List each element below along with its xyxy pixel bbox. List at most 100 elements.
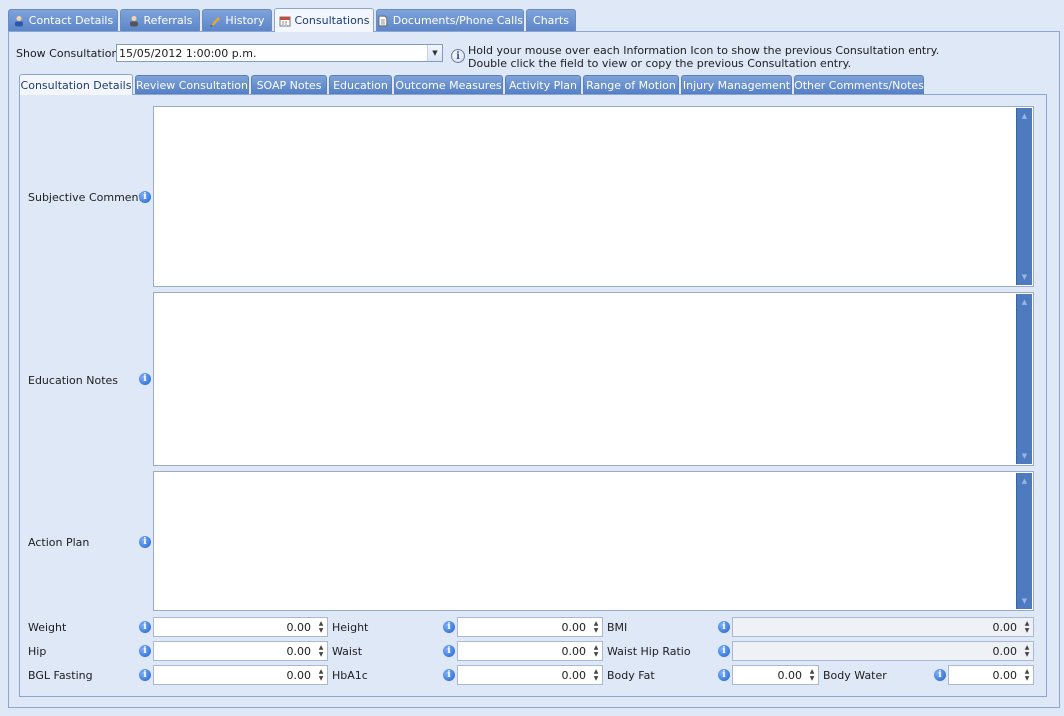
info-icon[interactable]: i [139, 191, 151, 203]
spin-down-icon[interactable]: ▼ [594, 651, 599, 658]
chevron-down-icon[interactable]: ▼ [427, 45, 442, 61]
tab-history[interactable]: History [202, 9, 272, 31]
scrollbar[interactable]: ▲ ▼ [1016, 108, 1032, 285]
waist-label: Waist [332, 645, 363, 658]
subtab-consultation-details[interactable]: Consultation Details [19, 74, 133, 95]
scroll-up-icon[interactable]: ▲ [1017, 475, 1032, 487]
spin-down-icon: ▼ [1024, 651, 1030, 658]
scroll-down-icon[interactable]: ▼ [1017, 271, 1032, 283]
spin-down-icon[interactable]: ▼ [319, 675, 324, 682]
body-water-field[interactable]: 0.00 ▲ ▼ [948, 665, 1034, 685]
waist-field[interactable]: 0.00 ▲ ▼ [457, 641, 603, 661]
tab-label: Referrals [143, 14, 193, 27]
spin-down-icon[interactable]: ▼ [594, 627, 599, 634]
action-plan-field[interactable]: ▲ ▼ [153, 471, 1034, 611]
spin-down-icon[interactable]: ▼ [594, 675, 599, 682]
info-icon[interactable]: i [139, 373, 151, 385]
info-icon[interactable]: i [443, 645, 455, 657]
subtab-soap-notes[interactable]: SOAP Notes [251, 75, 327, 94]
info-icon[interactable]: i [443, 621, 455, 633]
subtab-injury-management[interactable]: Injury Management [681, 75, 792, 94]
info-icon[interactable]: i [718, 669, 730, 681]
tab-label: History [225, 14, 265, 27]
hba1c-value: 0.00 [561, 668, 587, 682]
document-icon [378, 15, 388, 26]
subtab-outcome-measures[interactable]: Outcome Measures [394, 75, 503, 94]
tab-label: Contact Details [28, 14, 114, 27]
spin-up-icon[interactable]: ▲ [594, 668, 599, 675]
spin-down-icon[interactable]: ▼ [319, 627, 324, 634]
tab-label: Charts [533, 14, 569, 27]
info-icon[interactable]: i [934, 669, 946, 681]
spin-buttons[interactable]: ▲ ▼ [590, 642, 602, 660]
info-icon[interactable]: i [139, 536, 151, 548]
spin-buttons[interactable]: ▲ ▼ [315, 618, 327, 636]
body-water-label: Body Water [823, 669, 887, 682]
spin-down-icon: ▼ [1024, 627, 1030, 634]
info-icon[interactable]: i [139, 669, 151, 681]
spin-up-icon[interactable]: ▲ [319, 620, 324, 627]
info-icon[interactable]: i [139, 645, 151, 657]
spin-buttons[interactable]: ▲ ▼ [1021, 666, 1033, 684]
spin-up-icon[interactable]: ▲ [594, 620, 599, 627]
spin-down-icon[interactable]: ▼ [1025, 675, 1030, 682]
education-notes-field[interactable]: ▲ ▼ [153, 292, 1034, 466]
subtab-education[interactable]: Education [329, 75, 392, 94]
scrollbar[interactable]: ▲ ▼ [1016, 473, 1032, 609]
scroll-down-icon[interactable]: ▼ [1017, 595, 1032, 607]
spin-up-icon[interactable]: ▲ [319, 668, 324, 675]
tab-charts[interactable]: Charts [526, 9, 576, 31]
waist-hip-ratio-label: Waist Hip Ratio [607, 645, 691, 658]
tab-referrals[interactable]: Referrals [120, 9, 200, 31]
subtab-label: SOAP Notes [256, 78, 322, 92]
body-water-value: 0.00 [992, 668, 1018, 682]
education-notes-label: Education Notes [28, 374, 119, 387]
tab-documents-phone-calls[interactable]: Documents/Phone Calls [376, 9, 524, 31]
hba1c-field[interactable]: 0.00 ▲ ▼ [457, 665, 603, 685]
spin-buttons[interactable]: ▲ ▼ [590, 666, 602, 684]
subtab-activity-plan[interactable]: Activity Plan [505, 75, 581, 94]
spin-buttons[interactable]: ▲ ▼ [806, 666, 818, 684]
info-icon[interactable]: i [443, 669, 455, 681]
body-fat-field[interactable]: 0.00 ▲ ▼ [732, 665, 819, 685]
spin-up-icon[interactable]: ▲ [810, 668, 815, 675]
scrollbar[interactable]: ▲ ▼ [1016, 294, 1032, 464]
referral-icon [129, 15, 138, 26]
spin-buttons: ▲ ▼ [1021, 642, 1033, 660]
subtab-other-comments-notes[interactable]: Other Comments/Notes [794, 75, 924, 94]
bmi-label: BMI [607, 621, 628, 634]
info-icon[interactable]: i [139, 621, 151, 633]
spin-down-icon[interactable]: ▼ [810, 675, 815, 682]
spin-down-icon[interactable]: ▼ [319, 651, 324, 658]
subtab-range-of-motion[interactable]: Range of Motion [583, 75, 679, 94]
show-consultation-label: Show Consultation: [16, 47, 123, 60]
weight-field[interactable]: 0.00 ▲ ▼ [153, 617, 328, 637]
scroll-down-icon[interactable]: ▼ [1017, 450, 1032, 462]
hip-field[interactable]: 0.00 ▲ ▼ [153, 641, 328, 661]
info-icon[interactable]: i [718, 645, 730, 657]
spin-up-icon[interactable]: ▲ [594, 644, 599, 651]
info-icon[interactable]: i [718, 621, 730, 633]
tab-contact-details[interactable]: Contact Details [8, 9, 118, 31]
subjective-comments-field[interactable]: ▲ ▼ [153, 106, 1034, 287]
subtab-review-consultation[interactable]: Review Consultation [135, 75, 249, 94]
height-value: 0.00 [561, 620, 587, 634]
spin-buttons[interactable]: ▲ ▼ [315, 666, 327, 684]
scroll-up-icon[interactable]: ▲ [1017, 296, 1032, 308]
spin-buttons[interactable]: ▲ ▼ [315, 642, 327, 660]
spin-up-icon[interactable]: ▲ [1025, 668, 1030, 675]
bgl-fasting-field[interactable]: 0.00 ▲ ▼ [153, 665, 328, 685]
action-plan-label: Action Plan [28, 536, 90, 549]
show-consultation-select[interactable]: 15/05/2012 1:00:00 p.m. ▼ [116, 44, 443, 62]
tab-label: Consultations [294, 14, 370, 27]
weight-value: 0.00 [286, 620, 312, 634]
height-field[interactable]: 0.00 ▲ ▼ [457, 617, 603, 637]
contact-icon [14, 15, 23, 26]
hip-value: 0.00 [286, 644, 312, 658]
tab-label: Documents/Phone Calls [392, 14, 523, 27]
spin-buttons[interactable]: ▲ ▼ [590, 618, 602, 636]
scroll-up-icon[interactable]: ▲ [1017, 110, 1032, 122]
tab-consultations[interactable]: Consultations [274, 8, 374, 32]
hint-line-2: Double click the field to view or copy t… [468, 57, 852, 70]
spin-up-icon[interactable]: ▲ [319, 644, 324, 651]
